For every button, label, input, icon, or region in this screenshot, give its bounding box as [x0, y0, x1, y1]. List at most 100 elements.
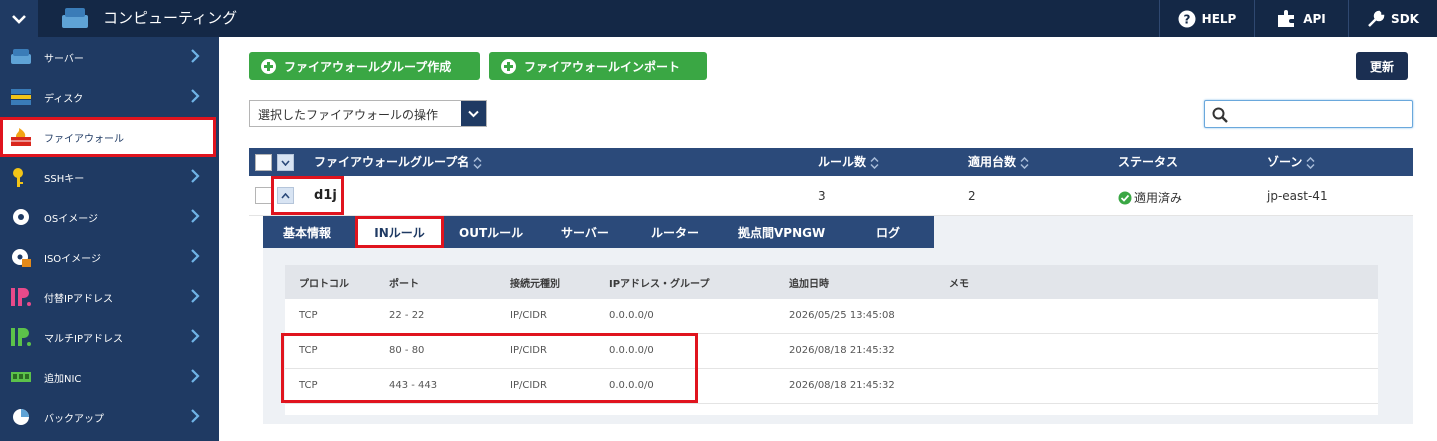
chevron-up-icon — [281, 192, 290, 199]
disk-icon — [11, 89, 31, 105]
rule-source-type: IP/CIDR — [510, 345, 547, 356]
rule-ip: 0.0.0.0/0 — [609, 345, 654, 356]
chevron-down-icon — [281, 159, 290, 166]
sidebar-item-label: 付替IPアドレス — [44, 293, 113, 305]
tab-routers[interactable]: ルーター — [651, 224, 699, 241]
wrench-icon — [1368, 10, 1385, 27]
create-firewall-group-button[interactable]: ファイアウォールグループ作成 — [249, 52, 480, 80]
column-header-applied[interactable]: 適用台数 — [968, 153, 1029, 170]
tab-basic-info[interactable]: 基本情報 — [283, 224, 331, 241]
rules-header-memo: メモ — [949, 279, 969, 290]
svg-text:?: ? — [1183, 12, 1190, 26]
sidebar-item-firewall[interactable]: ファイアウォール — [0, 117, 216, 157]
puzzle-icon — [1278, 9, 1295, 27]
tab-logs[interactable]: ログ — [876, 224, 900, 241]
column-header-zone[interactable]: ゾーン — [1267, 153, 1315, 170]
rule-port: 443 - 443 — [389, 380, 438, 391]
sidebar-item-server[interactable]: サーバー — [0, 37, 219, 77]
rule-port: 80 - 80 — [389, 345, 425, 356]
chevron-right-icon — [191, 409, 200, 423]
rule-row: TCP 80 - 80 IP/CIDR 0.0.0.0/0 2026/08/18… — [285, 334, 1378, 369]
sidebar-item-ip-address[interactable]: 付替IPアドレス — [0, 277, 219, 317]
key-icon — [13, 168, 23, 187]
firewall-icon — [11, 128, 31, 146]
tab-in-rules[interactable]: INルール — [355, 216, 444, 248]
sidebar-item-os-image[interactable]: OSイメージ — [0, 197, 219, 237]
rule-ip: 0.0.0.0/0 — [609, 310, 654, 321]
api-link[interactable]: API — [1254, 0, 1348, 37]
bulk-select-dropdown[interactable] — [277, 154, 294, 171]
check-circle-icon — [1118, 191, 1132, 204]
import-firewall-button[interactable]: ファイアウォールインポート — [489, 52, 707, 80]
chevron-right-icon — [191, 249, 200, 263]
zone-value: jp-east-41 — [1267, 189, 1328, 203]
rule-count: 3 — [818, 189, 826, 203]
column-header-status: ステータス — [1118, 155, 1179, 169]
column-header-rules[interactable]: ルール数 — [818, 153, 879, 170]
help-link[interactable]: ? HELP — [1159, 0, 1254, 37]
chevron-right-icon — [191, 209, 200, 223]
chevron-right-icon — [191, 49, 200, 63]
firewall-action-select[interactable]: 選択したファイアウォールの操作 — [249, 100, 487, 127]
rules-header-added: 追加日時 — [789, 279, 829, 290]
status-badge: 適用済み — [1118, 189, 1182, 206]
sidebar-item-disk[interactable]: ディスク — [0, 77, 219, 117]
sdk-label: SDK — [1391, 11, 1419, 26]
rules-header-protocol: プロトコル — [299, 279, 349, 290]
rule-added: 2026/08/18 21:45:32 — [789, 380, 895, 391]
rule-added: 2026/08/18 21:45:32 — [789, 345, 895, 356]
chevron-down-icon — [12, 14, 26, 24]
firewall-action-select-value: 選択したファイアウォールの操作 — [258, 108, 439, 122]
top-bar: コンピューティング ? HELP API SDK — [0, 0, 1437, 37]
sidebar-item-ssh-key[interactable]: SSHキー — [0, 157, 219, 197]
sort-icon — [870, 156, 879, 169]
tab-servers[interactable]: サーバー — [561, 224, 609, 241]
rule-port: 22 - 22 — [389, 310, 425, 321]
plus-circle-icon — [501, 58, 516, 74]
chevron-right-icon — [191, 369, 200, 383]
disc-icon — [13, 209, 29, 225]
sidebar: サーバー ディスク ファイアウォール SSHキー OSイメージ ISOイメージ … — [0, 37, 219, 441]
select-all-checkbox[interactable] — [255, 154, 272, 171]
refresh-button[interactable]: 更新 — [1356, 52, 1408, 80]
rule-protocol: TCP — [299, 380, 318, 391]
tab-out-rules[interactable]: OUTルール — [459, 224, 523, 241]
column-header-name[interactable]: ファイアウォールグループ名 — [314, 153, 482, 170]
ip-icon — [11, 288, 31, 306]
sort-icon — [1306, 156, 1315, 169]
firewall-group-name[interactable]: d1j — [314, 188, 337, 203]
table-row[interactable]: d1j 3 2 適用済み jp-east-41 — [249, 176, 1413, 216]
rule-protocol: TCP — [299, 310, 318, 321]
sidebar-item-label: ISOイメージ — [44, 253, 101, 265]
nic-icon — [11, 372, 31, 382]
import-firewall-label: ファイアウォールインポート — [524, 59, 681, 74]
sidebar-item-iso-image[interactable]: ISOイメージ — [0, 237, 219, 277]
sidebar-item-label: ディスク — [44, 93, 84, 105]
multi-ip-icon — [11, 328, 31, 346]
rules-table-header: プロトコル ポート 接続元種別 IPアドレス・グループ 追加日時 メモ — [285, 265, 1378, 299]
rules-header-port: ポート — [389, 279, 419, 290]
rule-ip: 0.0.0.0/0 — [609, 380, 654, 391]
sdk-link[interactable]: SDK — [1348, 0, 1437, 37]
chevron-right-icon — [191, 169, 200, 183]
sidebar-item-multi-ip[interactable]: マルチIPアドレス — [0, 317, 219, 357]
row-checkbox[interactable] — [255, 187, 272, 204]
rules-header-source-type: 接続元種別 — [510, 279, 560, 290]
firewall-table-header: ファイアウォールグループ名 ルール数 適用台数 ステータス ゾーン — [249, 148, 1413, 176]
rule-source-type: IP/CIDR — [510, 380, 547, 391]
sidebar-item-nic[interactable]: 追加NIC — [0, 357, 219, 397]
column-header-applied-label: 適用台数 — [968, 155, 1017, 169]
tab-vpngw[interactable]: 拠点間VPNGW — [738, 224, 825, 241]
sidebar-item-label: サーバー — [44, 53, 84, 65]
chevron-right-icon — [191, 289, 200, 303]
chevron-right-icon — [191, 89, 200, 103]
collapse-row-button[interactable] — [277, 187, 294, 204]
menu-toggle-button[interactable] — [0, 0, 38, 37]
select-dropdown-button[interactable] — [461, 101, 486, 126]
status-text: 適用済み — [1134, 191, 1183, 205]
page-title: コンピューティング — [103, 9, 238, 27]
rule-protocol: TCP — [299, 345, 318, 356]
sidebar-item-backup[interactable]: バックアップ — [0, 397, 219, 437]
sort-icon — [473, 156, 482, 169]
search-input[interactable] — [1204, 100, 1413, 128]
